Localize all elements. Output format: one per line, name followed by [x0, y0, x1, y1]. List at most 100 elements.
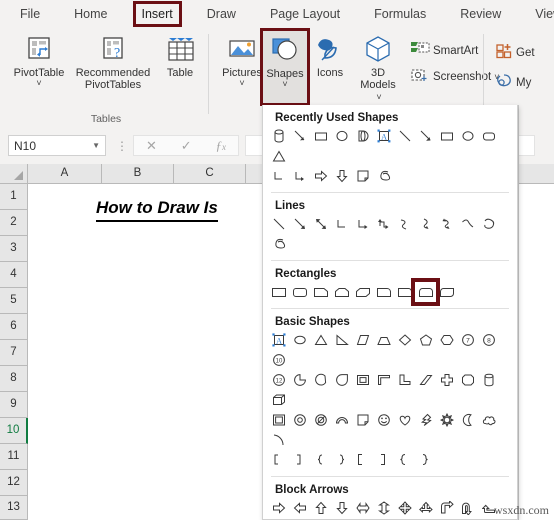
tab-file[interactable]: File	[14, 4, 46, 24]
shape-scribble[interactable]	[268, 234, 289, 254]
shape-regular-pentagon-plaque[interactable]	[457, 370, 478, 390]
row-header-10[interactable]: 10	[0, 418, 28, 444]
shape-scribble[interactable]	[373, 166, 394, 186]
shape-up-arrow[interactable]	[310, 498, 331, 518]
shape-down-arrow[interactable]	[331, 166, 352, 186]
shape-line[interactable]	[394, 126, 415, 146]
shape-line[interactable]	[268, 214, 289, 234]
shape-text-box[interactable]: A	[268, 330, 289, 350]
shape-curved-arrow-connector[interactable]	[415, 214, 436, 234]
shape-teardrop[interactable]	[331, 370, 352, 390]
shape-elbow-arrow-connector[interactable]	[352, 214, 373, 234]
shape-rectangle[interactable]	[310, 126, 331, 146]
shape-smiley-face[interactable]	[373, 410, 394, 430]
shape-u-turn-arrow[interactable]	[457, 498, 478, 518]
row-header-1[interactable]: 1	[0, 184, 28, 210]
shape-l-shape[interactable]	[394, 370, 415, 390]
shape-round-diagonal-corner-rectangle[interactable]	[436, 282, 457, 302]
shape-freeform[interactable]	[478, 214, 499, 234]
shape-quad-arrow[interactable]	[394, 498, 415, 518]
shape-left-bracket[interactable]	[268, 450, 289, 470]
shape-block-arc[interactable]	[331, 410, 352, 430]
shape-line-arrow-2[interactable]	[415, 126, 436, 146]
shape-round-same-side-corner-rectangle[interactable]	[411, 278, 440, 306]
shape-moon[interactable]	[457, 410, 478, 430]
column-header-c[interactable]: C	[174, 164, 246, 184]
shape-donut[interactable]	[289, 410, 310, 430]
shape-bent-arrow[interactable]	[436, 498, 457, 518]
3d-models-button[interactable]: 3D Models ˅	[351, 34, 405, 103]
chevron-down-icon[interactable]: ˅	[6, 79, 72, 88]
shape-right-bracket[interactable]	[289, 450, 310, 470]
shape-oval[interactable]	[331, 126, 352, 146]
shape-dodecagon[interactable]: 12	[268, 370, 289, 390]
chevron-down-icon[interactable]: ˅	[263, 80, 307, 89]
shape-left-arrow[interactable]	[289, 498, 310, 518]
shape-pie[interactable]	[289, 370, 310, 390]
shape-frame[interactable]	[352, 370, 373, 390]
shape-diamond[interactable]	[394, 330, 415, 350]
row-header-5[interactable]: 5	[0, 288, 28, 314]
shape-can[interactable]	[478, 370, 499, 390]
shape-trapezoid[interactable]	[373, 330, 394, 350]
shape-curved-double-arrow-connector[interactable]	[436, 214, 457, 234]
row-header-6[interactable]: 6	[0, 314, 28, 340]
shape-bevel[interactable]	[268, 410, 289, 430]
row-header-8[interactable]: 8	[0, 366, 28, 392]
shape-double-brace[interactable]	[394, 450, 415, 470]
row-header-3[interactable]: 3	[0, 236, 28, 262]
shape-text-box[interactable]: A	[373, 126, 394, 146]
tab-draw[interactable]: Draw	[201, 4, 242, 24]
shape-curve[interactable]	[457, 214, 478, 234]
grid-area[interactable]	[28, 184, 262, 520]
shape-double-bracket-right[interactable]	[373, 450, 394, 470]
tab-page-layout[interactable]: Page Layout	[264, 4, 346, 24]
check-icon[interactable]: ✓	[181, 138, 192, 154]
shape-snip-single-corner-rectangle[interactable]	[310, 282, 331, 302]
shape-double-bracket[interactable]	[352, 450, 373, 470]
shape-right-brace[interactable]	[331, 450, 352, 470]
shape-elbow-connector[interactable]	[331, 214, 352, 234]
shape-left-brace[interactable]	[310, 450, 331, 470]
shape-line-arrow[interactable]	[289, 126, 310, 146]
shape-left-right-arrow[interactable]	[352, 498, 373, 518]
shape-cube[interactable]	[268, 390, 289, 410]
shape-sun[interactable]	[436, 410, 457, 430]
shape-round-single-corner-rectangle[interactable]	[394, 282, 415, 302]
row-header-9[interactable]: 9	[0, 392, 28, 418]
shape-curved-connector[interactable]	[394, 214, 415, 234]
row-header-11[interactable]: 11	[0, 444, 28, 470]
tab-view[interactable]: View	[529, 4, 554, 24]
row-header-4[interactable]: 4	[0, 262, 28, 288]
shapes-button[interactable]: Shapes ˅	[260, 28, 310, 106]
shape-diagonal-stripe[interactable]	[415, 370, 436, 390]
shape-chord[interactable]	[310, 370, 331, 390]
smartart-button[interactable]: SmartArt	[410, 40, 478, 61]
select-all-triangle-icon[interactable]	[0, 164, 28, 184]
row-header-7[interactable]: 7	[0, 340, 28, 366]
chevron-down-icon[interactable]: ˅	[376, 92, 381, 102]
shape-arc[interactable]	[268, 430, 289, 450]
chevron-down-icon[interactable]: ▼	[92, 141, 100, 150]
fx-icon[interactable]: ƒx	[216, 138, 227, 154]
shape-double-brace-right[interactable]	[415, 450, 436, 470]
shape-isosceles-triangle[interactable]	[310, 330, 331, 350]
icons-button[interactable]: Icons	[309, 34, 351, 79]
shape-no-symbol[interactable]	[310, 410, 331, 430]
tab-home[interactable]: Home	[68, 4, 113, 24]
column-header-b[interactable]: B	[102, 164, 174, 184]
shape-can[interactable]	[268, 126, 289, 146]
shape-folded-corner[interactable]	[352, 410, 373, 430]
shape-line-double-arrow[interactable]	[310, 214, 331, 234]
shape-cloud[interactable]	[478, 410, 499, 430]
tab-review[interactable]: Review	[454, 4, 507, 24]
shape-half-frame[interactable]	[373, 370, 394, 390]
shape-pentagon[interactable]	[415, 330, 436, 350]
row-header-2[interactable]: 2	[0, 210, 28, 236]
shape-snip-same-side-corner-rectangle[interactable]	[331, 282, 352, 302]
shape-down-arrow[interactable]	[331, 498, 352, 518]
shape-snip-round-single-corner-rectangle[interactable]	[373, 282, 394, 302]
shape-left-right-up-arrow[interactable]	[415, 498, 436, 518]
row-header-13[interactable]: 13	[0, 496, 28, 520]
shape-hexagon[interactable]	[436, 330, 457, 350]
